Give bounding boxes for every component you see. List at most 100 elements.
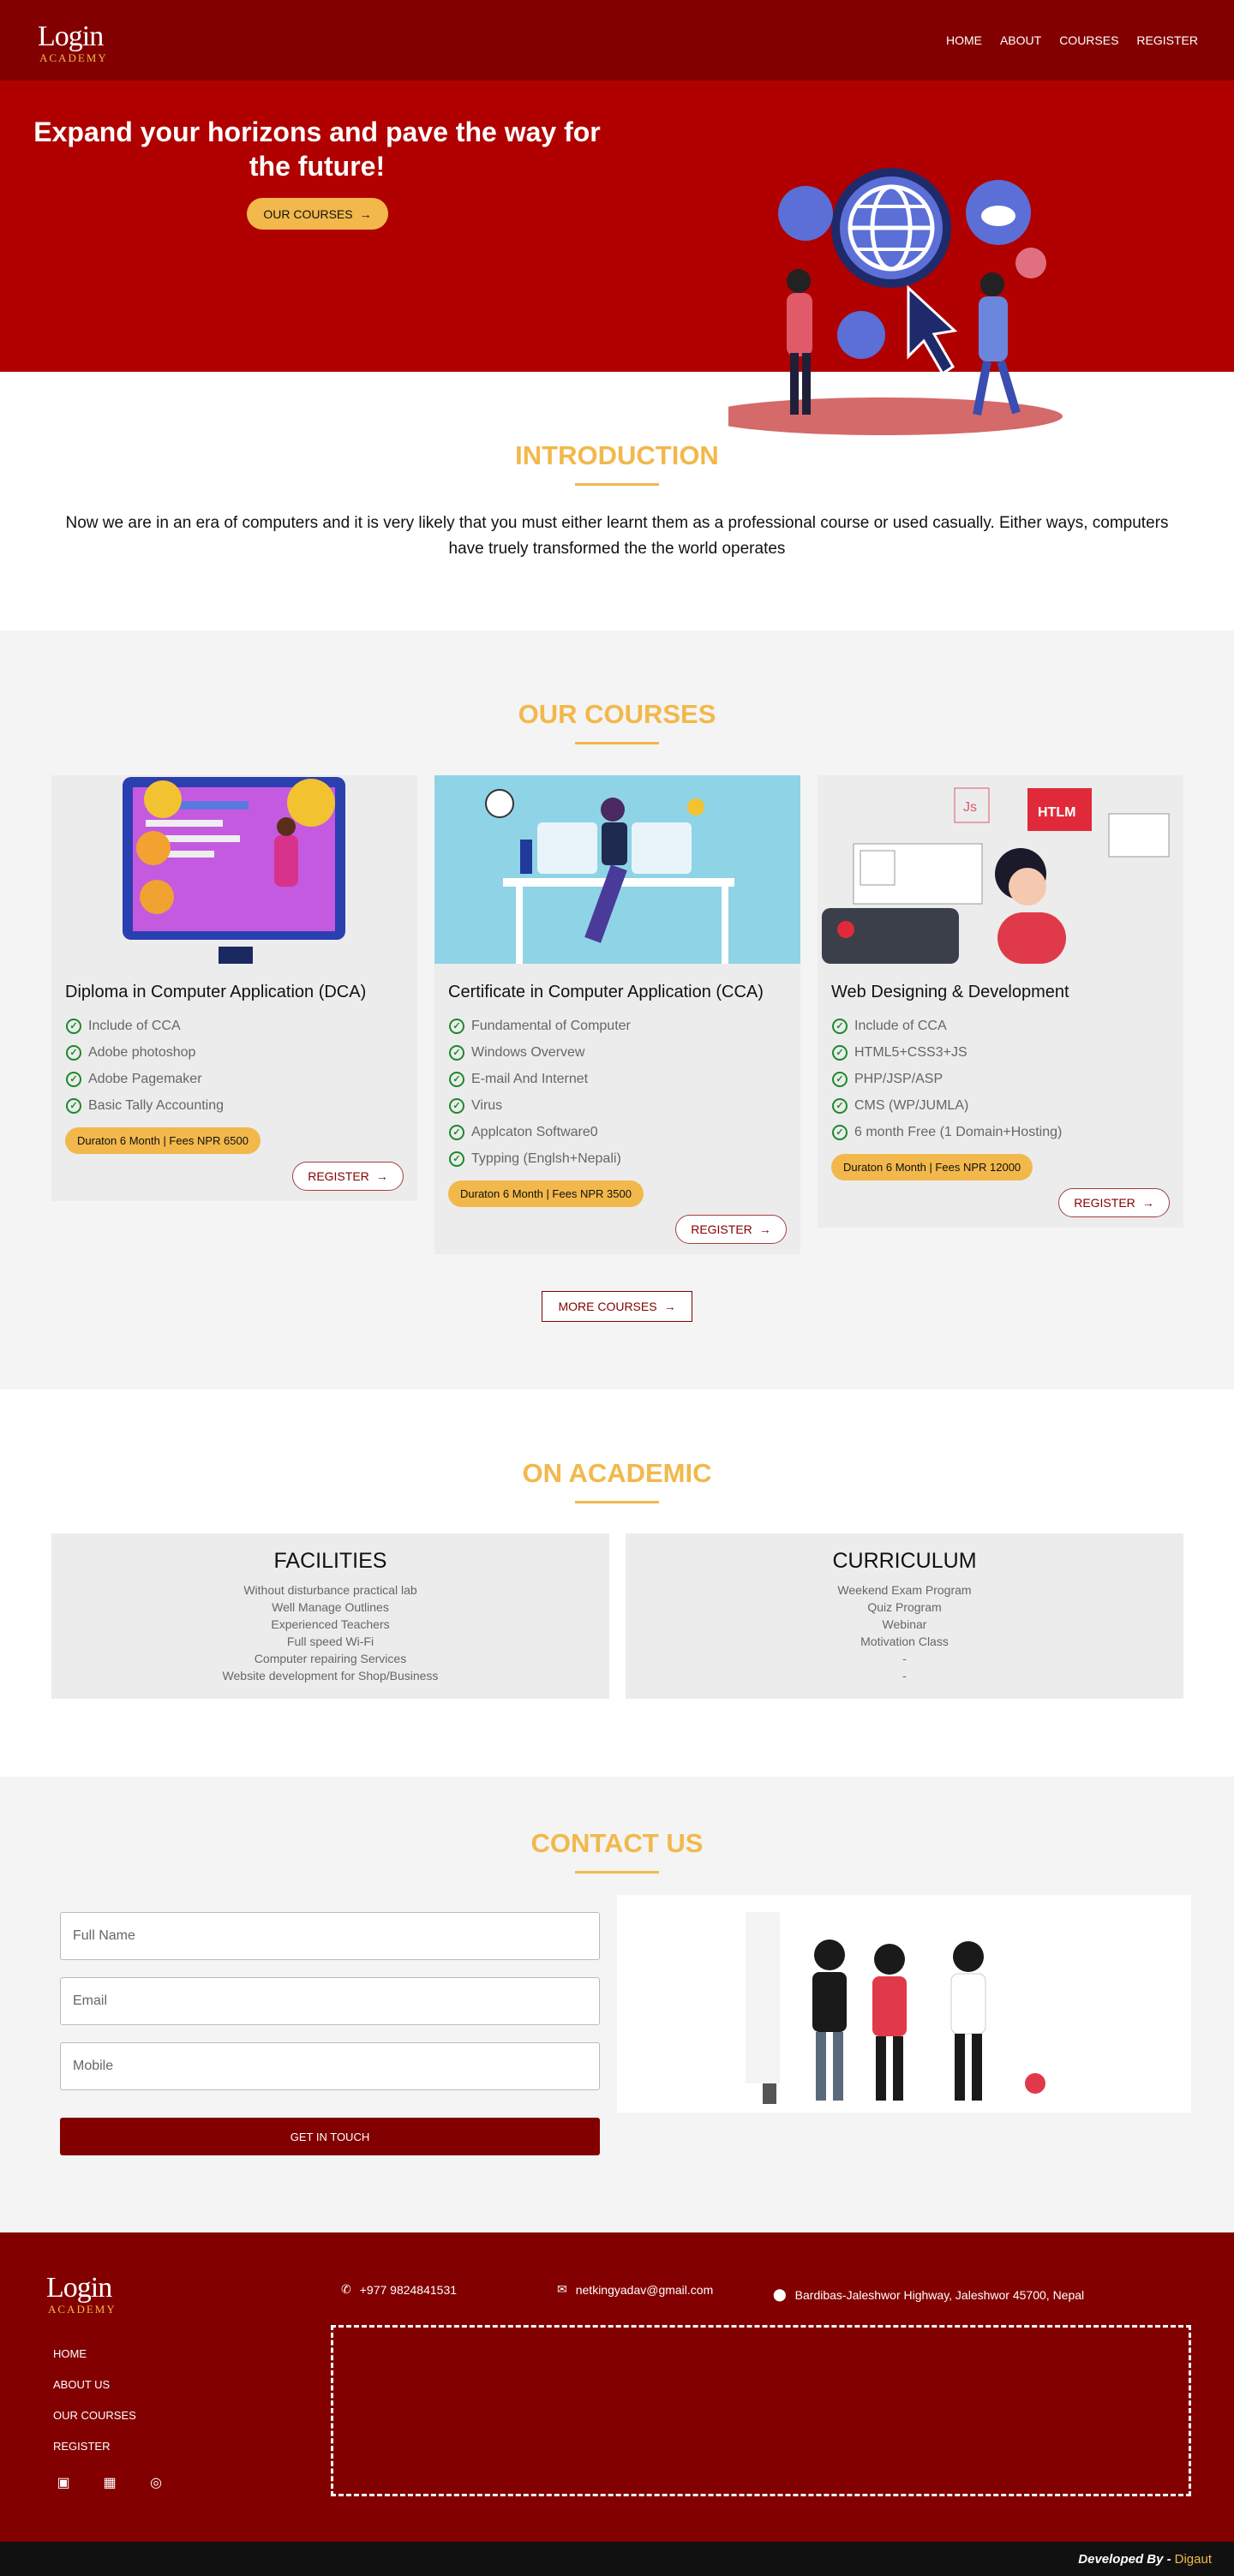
- curriculum-box: CURRICULUM Weekend Exam Program Quiz Pro…: [626, 1533, 1183, 1699]
- check-circle-icon: ✓: [832, 1018, 848, 1034]
- list-item: -: [902, 1669, 907, 1682]
- feature-text: CMS (WP/JUMLA): [854, 1097, 969, 1113]
- feature-text: E-mail And Internet: [471, 1071, 589, 1086]
- academic-section: ON ACADEMIC FACILITIES Without disturban…: [0, 1390, 1234, 1777]
- courses-title: OUR COURSES: [518, 699, 716, 729]
- nav-courses[interactable]: COURSES: [1059, 33, 1118, 47]
- mail-icon: ✉: [557, 2282, 567, 2296]
- nav-about[interactable]: ABOUT: [1000, 33, 1041, 47]
- footer-link-courses[interactable]: OUR COURSES: [53, 2409, 136, 2440]
- fee-badge: Duraton 6 Month | Fees NPR 12000: [831, 1154, 1033, 1180]
- list-item: ✓ Applcaton Software0: [434, 1119, 800, 1145]
- register-label: REGISTER: [1074, 1196, 1135, 1210]
- phone-text: +977 9824841531: [359, 2282, 458, 2297]
- check-circle-icon: ✓: [449, 1124, 464, 1140]
- mobile-input[interactable]: Mobile: [60, 2042, 600, 2090]
- title-underline: [575, 742, 659, 744]
- footer-phone: ✆ +977 9824841531: [341, 2282, 457, 2297]
- footer-address: ⬤ Bardibas-Jaleshwor Highway, Jaleshwor 4…: [773, 2287, 1084, 2302]
- js-label: Js: [963, 800, 977, 815]
- introduction-title: INTRODUCTION: [515, 440, 719, 470]
- copyright-bar: Developed By - Digaut: [0, 2542, 1234, 2576]
- htlm-label: HTLM: [1038, 805, 1075, 820]
- arrow-right-icon: →: [1141, 1196, 1154, 1210]
- check-circle-icon: ✓: [66, 1044, 81, 1061]
- footer-link-register[interactable]: REGISTER: [53, 2440, 136, 2471]
- feature-text: Basic Tally Accounting: [88, 1097, 225, 1113]
- feature-text: Include of CCA: [854, 1018, 947, 1033]
- our-courses-label: OUR COURSES: [263, 206, 353, 221]
- arrow-right-icon: →: [359, 206, 372, 221]
- full-name-input[interactable]: Full Name: [60, 1912, 600, 1960]
- footer-email: ✉ netkingyadav@gmail.com: [557, 2282, 713, 2297]
- title-underline: [575, 1501, 659, 1503]
- social-links: ▣ ▦ ◎: [53, 2472, 166, 2493]
- feature-text: 6 month Free (1 Domain+Hosting): [854, 1124, 1063, 1139]
- feature-text: Adobe photoshop: [88, 1044, 196, 1060]
- feature-text: Fundamental of Computer: [471, 1018, 631, 1033]
- linkedin-icon[interactable]: ▦: [99, 2472, 120, 2493]
- list-item: Experienced Teachers: [271, 1617, 390, 1631]
- check-circle-icon: ✓: [66, 1071, 81, 1087]
- list-item: ✓ HTML5+CSS3+JS: [818, 1039, 1183, 1066]
- register-button[interactable]: REGISTER →: [675, 1215, 787, 1244]
- developed-by-label: Developed By -: [1078, 2551, 1171, 2567]
- check-circle-icon: ✓: [832, 1071, 848, 1087]
- list-item: Weekend Exam Program: [837, 1583, 972, 1597]
- feature-text: Windows Overvew: [471, 1044, 585, 1060]
- more-courses-button[interactable]: MORE COURSES →: [542, 1291, 692, 1322]
- register-button[interactable]: REGISTER →: [1058, 1188, 1170, 1217]
- facebook-icon[interactable]: ▣: [53, 2472, 74, 2493]
- list-item: ✓ Include of CCA: [818, 1013, 1183, 1039]
- nav-register[interactable]: REGISTER: [1136, 33, 1198, 47]
- full-name-placeholder: Full Name: [73, 1928, 135, 1943]
- logo[interactable]: Login ACADEMY: [36, 14, 142, 67]
- mobile-placeholder: Mobile: [73, 2059, 114, 2073]
- list-item: ✓ CMS (WP/JUMLA): [818, 1092, 1183, 1119]
- footer-links: HOME ABOUT US OUR COURSES REGISTER: [53, 2347, 136, 2471]
- email-text: netkingyadav@gmail.com: [575, 2282, 714, 2297]
- fee-badge: Duraton 6 Month | Fees NPR 3500: [448, 1180, 644, 1207]
- list-item: ✓ Adobe Pagemaker: [51, 1066, 417, 1092]
- list-item: ✓ E-mail And Internet: [434, 1066, 800, 1092]
- check-circle-icon: ✓: [449, 1151, 464, 1167]
- map-placeholder[interactable]: [331, 2325, 1191, 2496]
- check-circle-icon: ✓: [832, 1044, 848, 1061]
- check-circle-icon: ✓: [449, 1044, 464, 1061]
- feature-text: HTML5+CSS3+JS: [854, 1044, 967, 1060]
- course-image-web: Js HTLM: [818, 775, 1183, 964]
- register-button[interactable]: REGISTER →: [292, 1162, 404, 1191]
- title-underline: [575, 1871, 659, 1874]
- course-image-cca: [434, 775, 800, 964]
- list-item: ✓ Windows Overvew: [434, 1039, 800, 1066]
- course-image-dca: [51, 775, 417, 964]
- list-item: -: [902, 1652, 907, 1665]
- facilities-box: FACILITIES Without disturbance practical…: [51, 1533, 609, 1699]
- phone-icon: ✆: [341, 2282, 351, 2296]
- course-card-web: Js HTLM Web Designing & Development ✓ Incl…: [818, 775, 1183, 1228]
- list-item: ✓ 6 month Free (1 Domain+Hosting): [818, 1119, 1183, 1145]
- nav-home[interactable]: HOME: [946, 33, 982, 47]
- email-input[interactable]: Email: [60, 1977, 600, 2025]
- feature-text: Include of CCA: [88, 1018, 181, 1033]
- check-circle-icon: ✓: [66, 1018, 81, 1034]
- list-item: ✓ Include of CCA: [51, 1013, 417, 1039]
- instagram-icon[interactable]: ◎: [146, 2472, 166, 2493]
- footer-link-about[interactable]: ABOUT US: [53, 2378, 136, 2409]
- feature-text: PHP/JSP/ASP: [854, 1071, 943, 1086]
- get-in-touch-button[interactable]: GET IN TOUCH: [60, 2118, 600, 2155]
- feature-text: Virus: [471, 1097, 503, 1113]
- check-circle-icon: ✓: [66, 1097, 81, 1114]
- developer-link[interactable]: Digaut: [1175, 2552, 1212, 2567]
- logo-sub-text: ACADEMY: [48, 2303, 117, 2316]
- register-label: REGISTER: [691, 1222, 752, 1236]
- list-item: Motivation Class: [860, 1635, 949, 1648]
- footer-link-home[interactable]: HOME: [53, 2347, 136, 2378]
- course-title: Web Designing & Development: [831, 983, 1069, 1001]
- get-in-touch-label: GET IN TOUCH: [290, 2130, 370, 2143]
- arrow-right-icon: →: [758, 1222, 771, 1236]
- contact-title: CONTACT US: [530, 1828, 704, 1858]
- footer-logo[interactable]: Login ACADEMY: [45, 2265, 151, 2318]
- list-item: ✓ Fundamental of Computer: [434, 1013, 800, 1039]
- our-courses-button[interactable]: OUR COURSES →: [247, 198, 388, 230]
